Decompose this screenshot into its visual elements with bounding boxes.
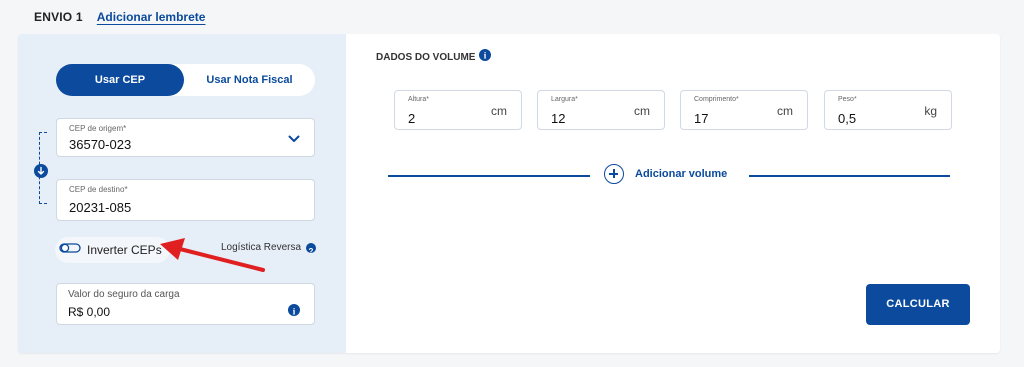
length-label: Comprimento*	[694, 96, 739, 103]
add-volume-label: Adicionar volume	[635, 168, 728, 180]
destination-cep-label: CEP de destino*	[69, 185, 128, 194]
height-unit: cm	[491, 104, 507, 118]
length-field[interactable]: Comprimento* 17 cm	[680, 90, 808, 130]
add-volume-button[interactable]: Adicionar volume	[604, 164, 727, 184]
swap-ceps-toggle[interactable]: Inverter CEPs	[55, 237, 170, 263]
divider-right	[749, 175, 950, 177]
destination-cep-field[interactable]: CEP de destino* 20231-085	[56, 179, 315, 221]
add-circle-icon	[604, 164, 624, 184]
insurance-value: R$ 0,00	[68, 305, 111, 319]
use-cep-tab[interactable]: Usar CEP	[56, 64, 184, 96]
origin-cep-label: CEP de origem*	[69, 124, 127, 133]
length-unit: cm	[777, 104, 793, 118]
weight-field[interactable]: Peso* 0,5 kg	[824, 90, 952, 130]
origin-cep-field[interactable]: CEP de origem* 36570-023	[56, 118, 315, 157]
width-field[interactable]: Largura* 12 cm	[537, 90, 665, 130]
chevron-down-icon[interactable]	[288, 131, 300, 149]
width-value: 12	[551, 111, 566, 126]
use-invoice-tab[interactable]: Usar Nota Fiscal	[184, 64, 315, 96]
insurance-label: Valor do seguro da carga	[68, 289, 180, 300]
add-reminder-link[interactable]: Adicionar lembrete	[97, 10, 206, 24]
toggle-icon	[59, 241, 81, 259]
height-label: Altura*	[408, 96, 430, 103]
calculate-button[interactable]: CALCULAR	[866, 284, 970, 325]
annotation-arrow-icon	[158, 236, 268, 281]
origin-cep-value: 36570-023	[69, 137, 132, 152]
help-icon[interactable]: ?	[306, 242, 317, 256]
insurance-value-field[interactable]: Valor do seguro da carga R$ 0,00 i	[56, 283, 315, 325]
mode-toggle: Usar CEP Usar Nota Fiscal	[56, 64, 315, 96]
length-value: 17	[694, 111, 709, 126]
shipping-calculator-card: Usar CEP Usar Nota Fiscal CEP de origem*…	[18, 34, 1000, 353]
cep-panel: Usar CEP Usar Nota Fiscal CEP de origem*…	[18, 34, 346, 353]
info-icon[interactable]: i	[479, 48, 492, 66]
weight-value: 0,5	[838, 111, 857, 126]
width-label: Largura*	[551, 96, 578, 103]
weight-unit: kg	[924, 104, 937, 118]
destination-cep-value: 20231-085	[69, 200, 132, 215]
svg-text:i: i	[293, 307, 296, 317]
height-value: 2	[408, 111, 416, 126]
volume-title: DADOS DO VOLUME	[376, 51, 476, 63]
divider-left	[388, 175, 590, 177]
weight-label: Peso*	[838, 96, 857, 103]
info-icon[interactable]: i	[288, 304, 300, 317]
shipment-title: ENVIO 1	[34, 10, 83, 24]
volume-section-title: DADOS DO VOLUME i	[376, 48, 492, 66]
width-unit: cm	[634, 104, 650, 118]
swap-arrow-icon	[34, 164, 48, 178]
svg-text:?: ?	[309, 247, 314, 256]
height-field[interactable]: Altura* 2 cm	[394, 90, 522, 130]
shipment-header: ENVIO 1 Adicionar lembrete	[34, 10, 205, 24]
swap-ceps-label: Inverter CEPs	[87, 243, 162, 257]
